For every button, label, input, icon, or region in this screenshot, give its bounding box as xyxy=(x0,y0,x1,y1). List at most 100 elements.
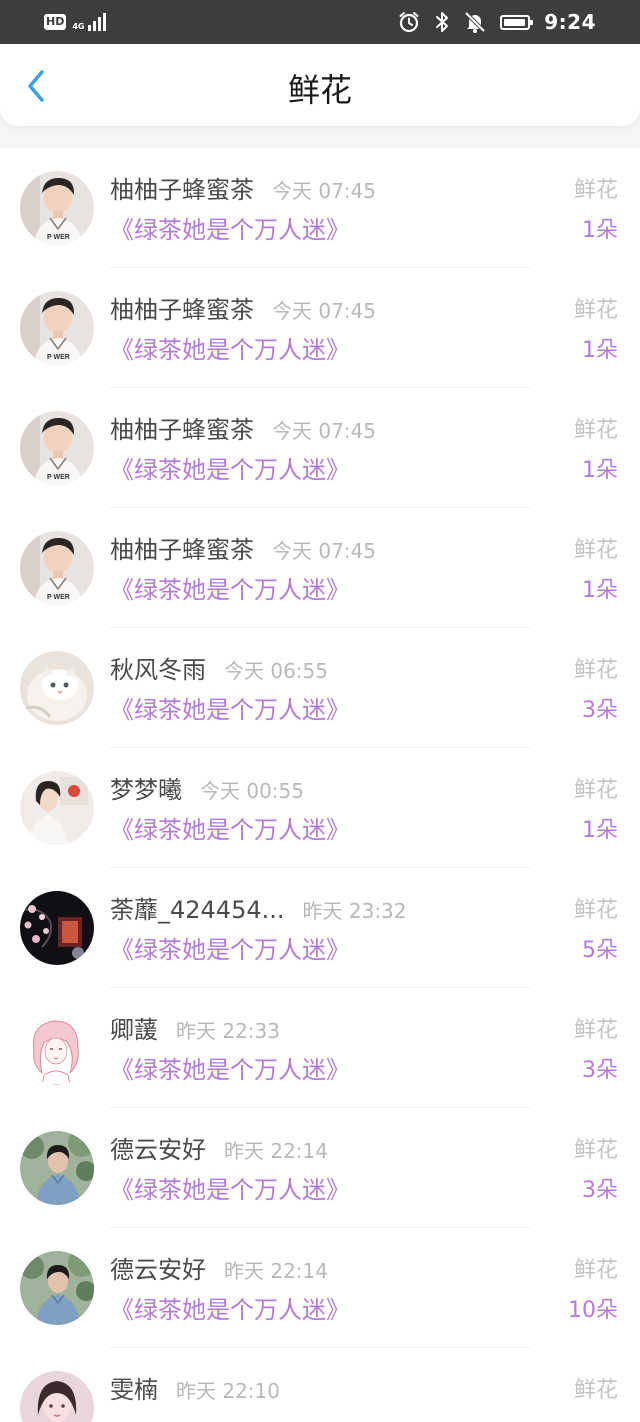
gift-type-label: 鲜花 xyxy=(573,658,618,683)
man-avatar-icon[interactable]: P WER xyxy=(20,531,94,605)
anime-girl-avatar-icon[interactable] xyxy=(20,1011,94,1085)
user-name[interactable]: 柚柚子蜂蜜茶 xyxy=(110,290,254,325)
user-name[interactable]: 雯楠 xyxy=(110,1370,158,1405)
gift-count: 1朵 xyxy=(582,458,618,483)
user-name[interactable]: 荼蘼_424454... xyxy=(110,890,285,925)
gift-type-label: 鲜花 xyxy=(573,898,618,923)
time-stamp: 今天 00:55 xyxy=(200,779,304,803)
svg-text:P WER: P WER xyxy=(47,474,70,481)
network-type-label: 4G xyxy=(72,22,85,31)
gift-record-list[interactable]: P WER 柚柚子蜂蜜茶 今天 07:45 《绿茶她是个万人迷》 鲜花 1朵 P WER 柚柚… xyxy=(0,148,640,1422)
book-title[interactable]: 《绿茶她是个万人迷》 xyxy=(110,570,350,605)
girl-avatar-icon[interactable] xyxy=(20,771,94,845)
user-name[interactable]: 德云安好 xyxy=(110,1250,206,1285)
gift-count: 1朵 xyxy=(582,338,618,363)
list-item[interactable]: 梦梦曦 今天 00:55 《绿茶她是个万人迷》 鲜花 1朵 xyxy=(0,748,640,868)
name-line: 德云安好 昨天 22:14 xyxy=(110,1250,328,1285)
gift-type-label: 鲜花 xyxy=(573,178,618,203)
status-bar-left: HD 4G xyxy=(44,10,107,34)
name-line: 柚柚子蜂蜜茶 今天 07:45 xyxy=(110,290,376,325)
gift-count: 10朵 xyxy=(568,1298,618,1323)
name-line: 柚柚子蜂蜜茶 今天 07:45 xyxy=(110,530,376,565)
alarm-icon xyxy=(398,11,420,33)
gift-type-label: 鲜花 xyxy=(573,1258,618,1283)
status-bar-right: 9:24 xyxy=(398,8,596,36)
gift-count: 3朵 xyxy=(582,1058,618,1083)
time-stamp: 昨天 22:14 xyxy=(224,1259,328,1283)
time-stamp: 今天 07:45 xyxy=(272,419,376,443)
pink-portrait-avatar-icon[interactable] xyxy=(20,1371,94,1422)
time-stamp: 今天 06:55 xyxy=(224,659,328,683)
gift-count: 5朵 xyxy=(582,938,618,963)
gift-type-label: 鲜花 xyxy=(573,1378,618,1403)
gift-count: 1朵 xyxy=(582,218,618,243)
time-stamp: 昨天 22:33 xyxy=(176,1019,280,1043)
man-avatar-icon[interactable]: P WER xyxy=(20,291,94,365)
user-name[interactable]: 梦梦曦 xyxy=(110,770,182,805)
name-line: 柚柚子蜂蜜茶 今天 07:45 xyxy=(110,170,376,205)
book-title[interactable]: 《绿茶她是个万人迷》 xyxy=(110,810,350,845)
book-title[interactable]: 《绿茶她是个万人迷》 xyxy=(110,1050,350,1085)
list-item[interactable]: 雯楠 昨天 22:10 鲜花 xyxy=(0,1348,640,1422)
boy-outdoor-avatar-icon[interactable] xyxy=(20,1251,94,1325)
time-stamp: 今天 07:45 xyxy=(272,539,376,563)
list-item[interactable]: P WER 柚柚子蜂蜜茶 今天 07:45 《绿茶她是个万人迷》 鲜花 1朵 xyxy=(0,388,640,508)
name-line: 德云安好 昨天 22:14 xyxy=(110,1130,328,1165)
cat-avatar-icon[interactable] xyxy=(20,651,94,725)
user-name[interactable]: 柚柚子蜂蜜茶 xyxy=(110,530,254,565)
gift-type-label: 鲜花 xyxy=(573,1018,618,1043)
user-name[interactable]: 秋风冬雨 xyxy=(110,650,206,685)
svg-text:P WER: P WER xyxy=(47,234,70,241)
network-indicator: 4G xyxy=(72,13,107,31)
list-item[interactable]: P WER 柚柚子蜂蜜茶 今天 07:45 《绿茶她是个万人迷》 鲜花 1朵 xyxy=(0,508,640,628)
gift-type-label: 鲜花 xyxy=(573,778,618,803)
mute-bell-icon xyxy=(464,11,486,33)
hd-badge: HD xyxy=(44,14,67,30)
boy-outdoor-avatar-icon[interactable] xyxy=(20,1131,94,1205)
time-stamp: 昨天 22:14 xyxy=(224,1139,328,1163)
battery-icon xyxy=(500,14,534,30)
user-name[interactable]: 柚柚子蜂蜜茶 xyxy=(110,170,254,205)
time-stamp: 今天 07:45 xyxy=(272,299,376,323)
gift-type-label: 鲜花 xyxy=(573,1138,618,1163)
list-item[interactable]: P WER 柚柚子蜂蜜茶 今天 07:45 《绿茶她是个万人迷》 鲜花 1朵 xyxy=(0,268,640,388)
gift-type-label: 鲜花 xyxy=(573,418,618,443)
user-name[interactable]: 柚柚子蜂蜜茶 xyxy=(110,410,254,445)
name-line: 梦梦曦 今天 00:55 xyxy=(110,770,304,805)
book-title[interactable]: 《绿茶她是个万人迷》 xyxy=(110,450,350,485)
book-title[interactable]: 《绿茶她是个万人迷》 xyxy=(110,210,350,245)
status-time: 9:24 xyxy=(544,10,596,34)
book-title[interactable]: 《绿茶她是个万人迷》 xyxy=(110,1170,350,1205)
status-bar: HD 4G 9:24 xyxy=(0,0,640,44)
man-avatar-icon[interactable]: P WER xyxy=(20,171,94,245)
name-line: 柚柚子蜂蜜茶 今天 07:45 xyxy=(110,410,376,445)
name-line: 荼蘼_424454... 昨天 23:32 xyxy=(110,890,407,925)
user-name[interactable]: 德云安好 xyxy=(110,1130,206,1165)
gift-type-label: 鲜花 xyxy=(573,298,618,323)
gift-count: 3朵 xyxy=(582,1178,618,1203)
book-title[interactable]: 《绿茶她是个万人迷》 xyxy=(110,690,350,725)
list-item[interactable]: P WER 柚柚子蜂蜜茶 今天 07:45 《绿茶她是个万人迷》 鲜花 1朵 xyxy=(0,148,640,268)
gift-type-label: 鲜花 xyxy=(573,538,618,563)
list-item[interactable]: 德云安好 昨天 22:14 《绿茶她是个万人迷》 鲜花 10朵 xyxy=(0,1228,640,1348)
night-blossom-avatar-icon[interactable] xyxy=(20,891,94,965)
list-item[interactable]: 荼蘼_424454... 昨天 23:32 《绿茶她是个万人迷》 鲜花 5朵 xyxy=(0,868,640,988)
time-stamp: 今天 07:45 xyxy=(272,179,376,203)
book-title[interactable]: 《绿茶她是个万人迷》 xyxy=(110,930,350,965)
user-name[interactable]: 卿蘐 xyxy=(110,1010,158,1045)
time-stamp: 昨天 22:10 xyxy=(176,1379,280,1403)
time-stamp: 昨天 23:32 xyxy=(302,899,407,923)
signal-strength-icon xyxy=(88,13,107,31)
list-item[interactable]: 德云安好 昨天 22:14 《绿茶她是个万人迷》 鲜花 3朵 xyxy=(0,1108,640,1228)
list-item[interactable]: 卿蘐 昨天 22:33 《绿茶她是个万人迷》 鲜花 3朵 xyxy=(0,988,640,1108)
gift-count: 1朵 xyxy=(582,578,618,603)
name-line: 卿蘐 昨天 22:33 xyxy=(110,1010,280,1045)
bluetooth-icon xyxy=(434,11,450,33)
page-title: 鲜花 xyxy=(287,71,352,109)
gift-count: 3朵 xyxy=(582,698,618,723)
list-item[interactable]: 秋风冬雨 今天 06:55 《绿茶她是个万人迷》 鲜花 3朵 xyxy=(0,628,640,748)
book-title[interactable]: 《绿茶她是个万人迷》 xyxy=(110,1290,350,1325)
man-avatar-icon[interactable]: P WER xyxy=(20,411,94,485)
book-title[interactable]: 《绿茶她是个万人迷》 xyxy=(110,330,350,365)
svg-text:P WER: P WER xyxy=(47,594,70,601)
